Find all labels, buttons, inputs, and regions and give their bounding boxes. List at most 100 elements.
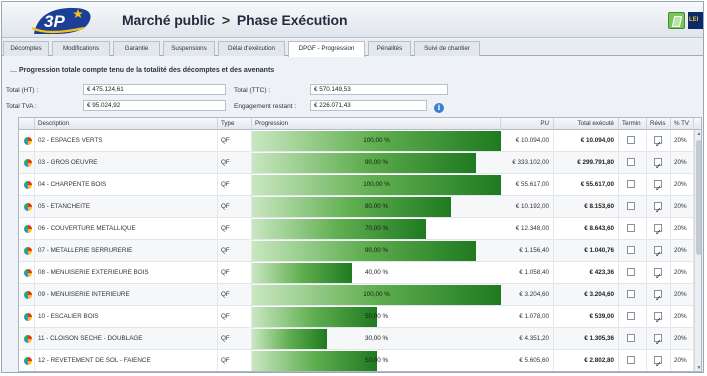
table-row[interactable]: 03 - GROS OEUVRE QF 90,00 % € 333.102,00 € 2… bbox=[19, 152, 694, 174]
revis-checkbox[interactable] bbox=[654, 310, 662, 328]
progress-bar[interactable]: 30,00 % bbox=[252, 329, 501, 349]
total-ttc-label: Total (TTC) : bbox=[234, 87, 271, 94]
row-total-execute: € 55.617,00 bbox=[554, 174, 619, 196]
revis-checkbox[interactable] bbox=[654, 354, 662, 371]
scroll-down-icon[interactable]: ▼ bbox=[695, 364, 701, 371]
progress-bar[interactable]: 40,00 % bbox=[252, 263, 501, 283]
progress-bar[interactable]: 80,00 % bbox=[252, 197, 501, 217]
breadcrumb-root[interactable]: Marché public bbox=[122, 12, 215, 28]
table-row[interactable]: 04 - CHARPENTE BOIS QF 100,00 % € 55.617,00… bbox=[19, 174, 694, 196]
termine-checkbox[interactable] bbox=[627, 202, 635, 210]
row-pu: € 333.102,00 bbox=[501, 152, 554, 174]
tab-suspensions[interactable]: Suspensions bbox=[163, 41, 215, 56]
row-pu: € 3.204,60 bbox=[501, 284, 554, 306]
revis-checkbox[interactable] bbox=[654, 200, 662, 218]
table-row[interactable]: 10 - ESCALIER BOIS QF 50,00 % € 1.078,00 € 5… bbox=[19, 306, 694, 328]
table-row[interactable]: 02 - ESPACES VERTS QF 100,00 % € 10.094,00 €… bbox=[19, 130, 694, 152]
row-description: 12 - REVETEMENT DE SOL - FAIENCE bbox=[35, 350, 218, 371]
revis-checkbox[interactable] bbox=[654, 134, 662, 152]
table-row[interactable]: 08 - MENUISERIE EXTERIEURE BOIS QF 40,00 %… bbox=[19, 262, 694, 284]
header-revis[interactable]: Révis bbox=[647, 118, 671, 130]
lot-icon bbox=[24, 181, 32, 189]
row-termine-cell bbox=[619, 218, 647, 240]
row-termine-cell bbox=[619, 328, 647, 350]
tab-suivi-chantier[interactable]: Suivi de chantier bbox=[414, 41, 480, 56]
progress-bar[interactable]: 100,00 % bbox=[252, 131, 501, 151]
row-termine-cell bbox=[619, 262, 647, 284]
grid-header: Description Type Progression PU Total ex… bbox=[19, 118, 701, 130]
table-row[interactable]: 11 - CLOISON SECHE - DOUBLAGE QF 30,00 % € … bbox=[19, 328, 694, 350]
revis-checkbox[interactable] bbox=[654, 332, 662, 350]
total-ttc-field: € 570.149,53 bbox=[310, 84, 448, 95]
row-type: QF bbox=[218, 130, 252, 152]
table-row[interactable]: 12 - REVETEMENT DE SOL - FAIENCE QF 50,00 … bbox=[19, 350, 694, 371]
edit-icon[interactable] bbox=[668, 12, 685, 29]
tab-dpgf-progression[interactable]: DPGF - Progression bbox=[288, 41, 365, 57]
termine-checkbox[interactable] bbox=[627, 312, 635, 320]
panel-title: Progression totale compte tenu de la tot… bbox=[19, 67, 275, 74]
row-type: QF bbox=[218, 196, 252, 218]
tab-penalites[interactable]: Pénalités bbox=[368, 41, 411, 56]
row-revis-cell bbox=[647, 306, 671, 328]
row-type: QF bbox=[218, 240, 252, 262]
revis-checkbox[interactable] bbox=[654, 156, 662, 174]
revis-checkbox[interactable] bbox=[654, 288, 662, 306]
header-tva[interactable]: % TV bbox=[671, 118, 694, 130]
table-row[interactable]: 06 - COUVERTURE METALLIQUE QF 70,00 % € 12.… bbox=[19, 218, 694, 240]
row-revis-cell bbox=[647, 130, 671, 152]
termine-checkbox[interactable] bbox=[627, 246, 635, 254]
termine-checkbox[interactable] bbox=[627, 290, 635, 298]
scrollbar-thumb[interactable] bbox=[696, 140, 701, 255]
row-icon-cell bbox=[19, 174, 35, 196]
info-icon[interactable]: i bbox=[434, 103, 444, 113]
progress-bar[interactable]: 50,00 % bbox=[252, 307, 501, 327]
revis-checkbox[interactable] bbox=[654, 266, 662, 284]
progress-bar[interactable]: 90,00 % bbox=[252, 241, 501, 261]
header-total-execute[interactable]: Total exécuté bbox=[554, 118, 619, 130]
row-icon-cell bbox=[19, 350, 35, 371]
tab-decomptes[interactable]: Décomptes bbox=[3, 41, 49, 56]
scroll-up-icon[interactable]: ▲ bbox=[695, 130, 701, 138]
tab-garantie[interactable]: Garantie bbox=[113, 41, 160, 56]
header-termine[interactable]: Termin bbox=[619, 118, 647, 130]
termine-checkbox[interactable] bbox=[627, 136, 635, 144]
row-total-execute: € 8.153,60 bbox=[554, 196, 619, 218]
progress-bar[interactable]: 90,00 % bbox=[252, 153, 501, 173]
progress-bar[interactable]: 50,00 % bbox=[252, 351, 501, 371]
table-row[interactable]: 05 - ETANCHEITE QF 80,00 % € 10.192,00 € 8.1… bbox=[19, 196, 694, 218]
app-header: 3P Marché public > Phase Exécution LEI bbox=[2, 2, 703, 38]
row-total-execute: € 3.204,60 bbox=[554, 284, 619, 306]
termine-checkbox[interactable] bbox=[627, 180, 635, 188]
termine-checkbox[interactable] bbox=[627, 334, 635, 342]
termine-checkbox[interactable] bbox=[627, 356, 635, 364]
header-type[interactable]: Type bbox=[218, 118, 252, 130]
revis-checkbox[interactable] bbox=[654, 178, 662, 196]
termine-checkbox[interactable] bbox=[627, 158, 635, 166]
progress-label: 90,00 % bbox=[364, 159, 389, 166]
row-description: 05 - ETANCHEITE bbox=[35, 196, 218, 218]
progress-bar[interactable]: 100,00 % bbox=[252, 285, 501, 305]
table-row[interactable]: 09 - MENUISERIE INTERIEURE QF 100,00 % € 3.… bbox=[19, 284, 694, 306]
tab-modifications[interactable]: Modifications bbox=[52, 41, 110, 56]
row-icon-cell bbox=[19, 218, 35, 240]
revis-checkbox[interactable] bbox=[654, 222, 662, 240]
row-description: 03 - GROS OEUVRE bbox=[35, 152, 218, 174]
user-badge[interactable]: LEI bbox=[688, 12, 703, 29]
header-progression[interactable]: Progression bbox=[252, 118, 501, 130]
termine-checkbox[interactable] bbox=[627, 268, 635, 276]
revis-checkbox[interactable] bbox=[654, 244, 662, 262]
lot-icon bbox=[24, 335, 32, 343]
row-tva: 20% bbox=[671, 196, 694, 218]
progress-bar[interactable]: 100,00 % bbox=[252, 175, 501, 195]
progress-bar[interactable]: 70,00 % bbox=[252, 219, 501, 239]
grid-scrollbar[interactable]: ▲ ▼ bbox=[694, 130, 701, 371]
row-pu: € 1.078,00 bbox=[501, 306, 554, 328]
table-row[interactable]: 07 - METALLERIE SERRURERIE QF 90,00 % € 1.1… bbox=[19, 240, 694, 262]
tab-delai-execution[interactable]: Délai d'exécution bbox=[218, 41, 285, 56]
termine-checkbox[interactable] bbox=[627, 224, 635, 232]
row-icon-cell bbox=[19, 152, 35, 174]
row-icon-cell bbox=[19, 262, 35, 284]
lot-icon bbox=[24, 225, 32, 233]
header-description[interactable]: Description bbox=[35, 118, 218, 130]
header-pu[interactable]: PU bbox=[501, 118, 554, 130]
